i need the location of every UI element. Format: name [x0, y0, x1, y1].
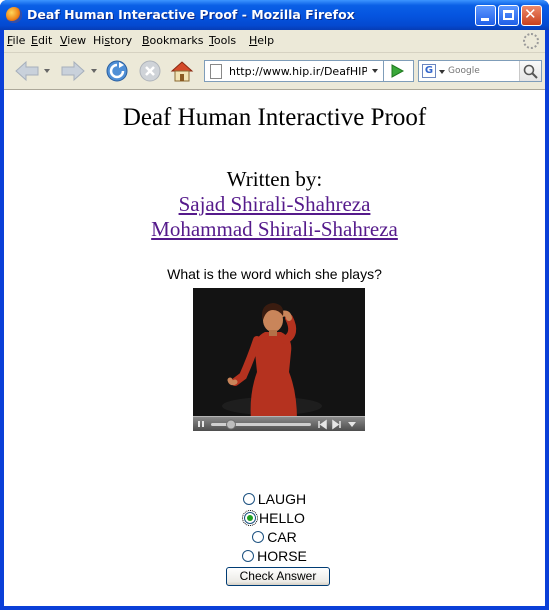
option-label: HORSE [257, 548, 307, 564]
option-hello[interactable]: HELLO [242, 510, 305, 526]
author-link[interactable]: Sajad Shirali-Shahreza [179, 192, 371, 216]
search-engine-icon[interactable]: G [422, 64, 436, 78]
option-row[interactable]: CAR [4, 529, 545, 546]
maximize-button[interactable] [498, 5, 519, 26]
page-content: Deaf Human Interactive Proof Written by:… [4, 90, 545, 606]
option-laugh[interactable]: LAUGH [242, 491, 307, 507]
video-menu-icon[interactable] [348, 422, 356, 427]
search-icon [523, 64, 538, 79]
video-controls [193, 416, 365, 431]
menu-bookmarks[interactable]: Bookmarks [142, 34, 203, 47]
step-forward-icon[interactable] [332, 419, 341, 430]
option-label: CAR [267, 529, 297, 545]
url-text[interactable]: http://www.hip.ir/DeafHIP/ [229, 65, 372, 78]
option-row[interactable]: HELLO [4, 510, 545, 527]
forward-history-dropdown-icon[interactable] [91, 69, 97, 73]
author-link[interactable]: Mohammad Shirali-Shahreza [151, 217, 398, 241]
author-link-2: Mohammad Shirali-Shahreza [4, 217, 545, 242]
menu-bar: File Edit View History Bookmarks Tools H… [4, 30, 545, 52]
go-icon[interactable] [388, 61, 406, 81]
menu-edit[interactable]: Edit [31, 34, 52, 47]
home-icon[interactable] [170, 59, 194, 83]
option-label: HELLO [259, 510, 305, 526]
search-engine-dropdown-icon[interactable] [439, 70, 445, 74]
activity-throbber-icon [523, 33, 539, 49]
title-bar[interactable]: Deaf Human Interactive Proof - Mozilla F… [0, 0, 549, 30]
author-link-1: Sajad Shirali-Shahreza [4, 192, 545, 217]
search-input[interactable] [448, 63, 518, 79]
radio-button[interactable] [242, 493, 255, 505]
url-history-dropdown-button[interactable] [367, 60, 384, 82]
option-row[interactable]: HORSE [4, 548, 545, 565]
radio-button[interactable] [242, 510, 259, 526]
video-control-bar [198, 419, 356, 430]
check-answer-button[interactable]: Check Answer [226, 567, 330, 586]
option-row[interactable]: LAUGH [4, 491, 545, 508]
option-car[interactable]: CAR [252, 529, 297, 545]
page-icon [210, 64, 222, 79]
minimize-button[interactable] [475, 5, 496, 26]
close-button[interactable]: ✕ [521, 5, 542, 26]
pause-icon[interactable] [198, 421, 204, 427]
menu-history[interactable]: History [93, 34, 132, 47]
navigation-toolbar: http://www.hip.ir/DeafHIP/ G [4, 52, 545, 90]
back-icon[interactable] [14, 59, 40, 83]
search-bar[interactable]: G [418, 60, 542, 82]
close-icon: ✕ [524, 5, 537, 23]
radio-button[interactable] [252, 531, 265, 543]
minimize-icon [481, 18, 489, 21]
step-back-icon[interactable] [318, 419, 327, 430]
menu-tools[interactable]: Tools [209, 34, 236, 47]
window-title: Deaf Human Interactive Proof - Mozilla F… [27, 7, 355, 22]
browser-chrome: File Edit View History Bookmarks Tools H… [4, 30, 545, 90]
search-button[interactable] [519, 61, 541, 81]
firefox-logo-icon [6, 7, 22, 23]
back-history-dropdown-icon[interactable] [44, 69, 50, 73]
radio-button[interactable] [242, 550, 255, 562]
menu-view[interactable]: View [60, 34, 86, 47]
browser-window: Deaf Human Interactive Proof - Mozilla F… [0, 0, 549, 610]
menu-help[interactable]: Help [249, 34, 274, 47]
sign-language-video[interactable] [193, 288, 365, 431]
chevron-down-icon [372, 69, 378, 73]
forward-icon[interactable] [60, 59, 86, 83]
option-horse[interactable]: HORSE [242, 548, 307, 564]
page-title: Deaf Human Interactive Proof [122, 104, 427, 131]
menu-file[interactable]: File [7, 34, 25, 47]
maximize-icon [503, 10, 514, 20]
stop-icon[interactable] [139, 60, 161, 82]
written-by-label: Written by: [226, 167, 323, 191]
question-text: What is the word which she plays? [167, 266, 382, 282]
video-progress-handle[interactable] [226, 419, 236, 430]
option-label: LAUGH [257, 491, 307, 507]
reload-icon[interactable] [105, 59, 129, 83]
